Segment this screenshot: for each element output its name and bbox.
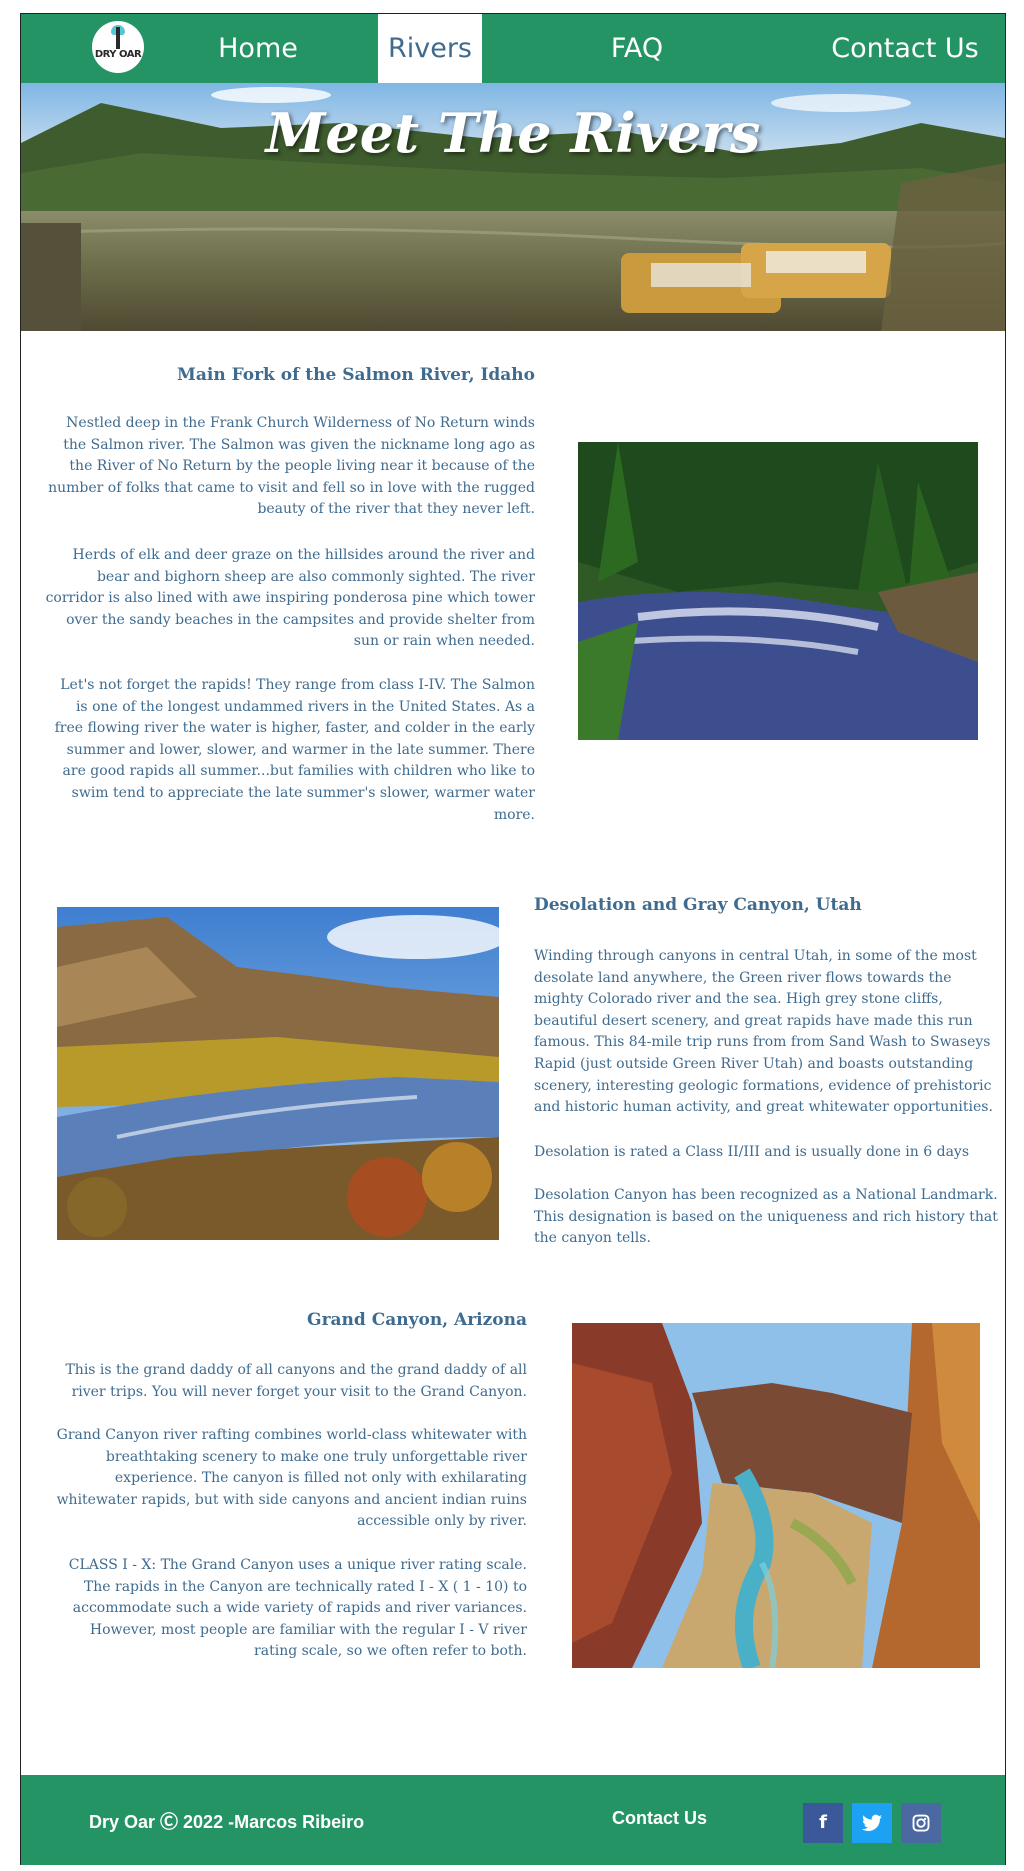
salmon-river-photo [578,442,978,740]
grand-canyon-paragraph-1: This is the grand daddy of all canyons a… [65,1362,527,1400]
salmon-river-heading: Main Fork of the Salmon River, Idaho [177,365,535,385]
desolation-canyon-photo [57,907,499,1240]
nav-faq[interactable]: FAQ [580,14,694,83]
nav-contact-us[interactable]: Contact Us [820,14,990,83]
dry-oar-logo[interactable]: DRY OAR [92,21,144,73]
facebook-icon[interactable]: f [803,1803,843,1843]
logo-text: DRY OAR [94,49,142,60]
salmon-river-image [578,442,978,740]
desolation-paragraph-2: Desolation is rated a Class II/III and i… [534,1144,970,1160]
grand-canyon-paragraph-3: CLASS I - X: The Grand Canyon uses a uni… [68,1557,527,1660]
paddle-shaft-icon [116,27,120,49]
twitter-icon[interactable] [852,1803,892,1843]
grand-canyon-image [572,1323,980,1668]
instagram-camera-icon [912,1814,930,1832]
salmon-paragraph-2: Herds of elk and deer graze on the hills… [45,547,535,650]
instagram-icon[interactable] [901,1803,941,1843]
desolation-paragraph-1: Winding through canyons in central Utah,… [534,948,993,1116]
desolation-canyon-heading: Desolation and Gray Canyon, Utah [534,895,862,915]
footer-copyright: Dry Oar Ⓒ 2022 -Marcos Ribeiro [89,1812,365,1832]
grand-canyon-photo [572,1323,980,1668]
salmon-paragraph-3: Let's not forget the rapids! They range … [54,677,535,823]
twitter-bird-icon [862,1814,882,1831]
nav-home[interactable]: Home [200,14,316,83]
desolation-paragraph-3: Desolation Canyon has been recognized as… [534,1187,998,1247]
footer-contact-link[interactable]: Contact Us [612,1808,707,1829]
hero-banner: Meet The Rivers [21,83,1005,331]
salmon-paragraph-1: Nestled deep in the Frank Church Wildern… [48,415,535,518]
hero-title: Meet The Rivers [265,101,761,165]
grand-canyon-paragraph-2: Grand Canyon river rafting combines worl… [56,1427,527,1530]
nav-rivers[interactable]: Rivers [378,14,482,83]
grand-canyon-heading: Grand Canyon, Arizona [307,1310,527,1330]
desolation-canyon-image [57,907,499,1240]
